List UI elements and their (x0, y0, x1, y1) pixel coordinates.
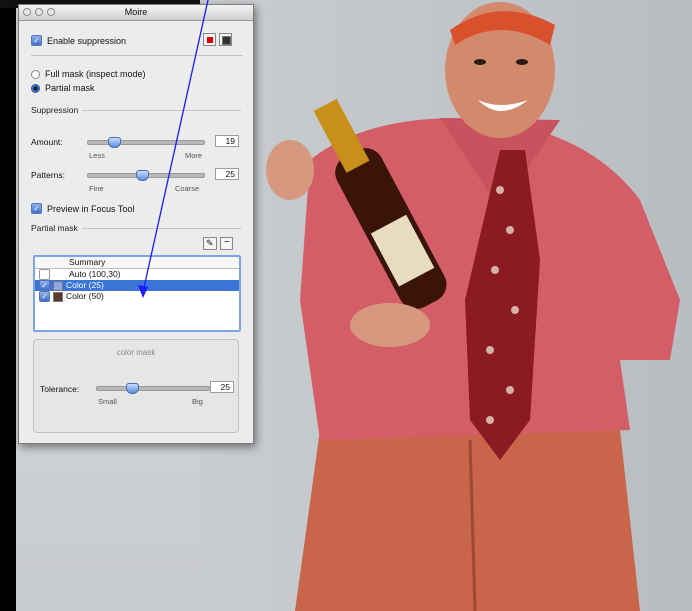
color-mask-title: color mask (116, 348, 156, 357)
amount-label: Amount: (31, 137, 63, 147)
partial-mask-label: Partial mask (45, 83, 95, 93)
right-hand (350, 303, 430, 347)
panel-titlebar: Moire (19, 5, 253, 21)
mask-list-row[interactable]: ✓ Color (25) (35, 280, 239, 291)
mask-list[interactable]: Summary Auto (100,30) ✓ Color (25) ✓ Col… (33, 255, 241, 332)
tolerance-high-label: Big (192, 397, 203, 406)
remove-mask-button[interactable]: − (220, 237, 233, 250)
mask-color-swatch (53, 291, 63, 302)
minimize-button[interactable] (35, 8, 43, 16)
moire-panel: Moire ✓ Enable suppression Full mask (in… (18, 4, 254, 444)
patterns-slider-knob[interactable] (136, 170, 150, 181)
mask-row-label: Auto (100,30) (69, 269, 121, 279)
amount-slider-knob[interactable] (107, 137, 121, 148)
patterns-slider[interactable] (87, 170, 205, 181)
enable-suppression-checkbox[interactable]: ✓ (31, 35, 42, 46)
mask-list-row[interactable]: ✓ Color (50) (35, 291, 239, 302)
close-button[interactable] (23, 8, 31, 16)
mask-color-swatch (53, 280, 63, 291)
partial-mask-radio[interactable] (31, 83, 40, 93)
mask-list-row[interactable]: Auto (100,30) (35, 269, 239, 280)
preview-focus-checkbox[interactable]: ✓ (31, 203, 42, 214)
tolerance-value-field[interactable]: 25 (210, 381, 234, 393)
enable-suppression-label: Enable suppression (47, 35, 127, 46)
patterns-label: Patterns: (31, 170, 66, 180)
mask-view-icon (222, 36, 231, 45)
partial-mask-row[interactable]: Partial mask (31, 83, 95, 93)
trousers (295, 430, 640, 611)
full-mask-label: Full mask (inspect mode) (45, 69, 146, 79)
amount-low-label: Less (89, 151, 105, 160)
mask-row-checkbox[interactable]: ✓ (39, 280, 50, 291)
color-mask-box: color mask Tolerance: 25 Small Big (33, 339, 239, 433)
enable-suppression-row[interactable]: ✓ Enable suppression (31, 35, 126, 46)
left-hand (266, 140, 314, 200)
patterns-value-field[interactable]: 25 (215, 168, 239, 180)
mask-list-header: Summary (35, 257, 239, 269)
tolerance-slider-knob[interactable] (126, 383, 140, 394)
amount-slider[interactable] (87, 137, 205, 148)
mask-row-label: Color (50) (66, 291, 104, 301)
amount-value-field[interactable]: 19 (215, 135, 239, 147)
eyedropper-button[interactable]: ✎ (203, 237, 217, 250)
tolerance-slider[interactable] (96, 383, 210, 394)
eyedropper-icon: ✎ (206, 238, 214, 248)
preview-focus-row[interactable]: ✓ Preview in Focus Tool (31, 203, 134, 214)
amount-high-label: More (185, 151, 203, 160)
red-swatch-icon (207, 37, 213, 43)
divider (31, 55, 243, 56)
tolerance-low-label: Small (98, 397, 117, 406)
tolerance-label: Tolerance: (40, 384, 80, 394)
full-mask-radio[interactable] (31, 69, 40, 79)
mask-row-label: Color (25) (66, 280, 104, 290)
patterns-low-label: Fine (89, 184, 104, 193)
suppression-section-header: Suppression (31, 105, 241, 115)
panel-title: Moire (124, 7, 148, 17)
full-mask-row[interactable]: Full mask (inspect mode) (31, 69, 146, 79)
photo-canvas (200, 0, 692, 611)
red-color-button[interactable] (203, 33, 216, 46)
mask-row-checkbox[interactable] (39, 269, 50, 280)
patterns-high-label: Coarse (175, 184, 200, 193)
mask-row-checkbox[interactable]: ✓ (39, 291, 50, 302)
minus-icon: − (224, 237, 230, 248)
zoom-button[interactable] (47, 8, 55, 16)
partial-mask-section-header: Partial mask (31, 223, 241, 233)
preview-focus-label: Preview in Focus Tool (47, 203, 135, 214)
mask-view-button[interactable] (219, 33, 232, 46)
